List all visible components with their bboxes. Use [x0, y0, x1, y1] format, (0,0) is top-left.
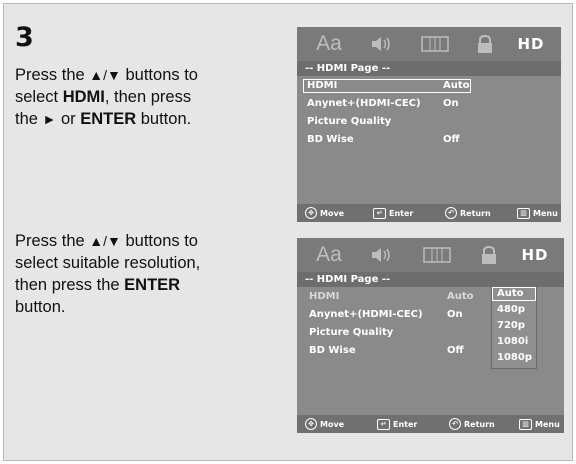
- instruction-2-line-1: Press the ▲/▼ buttons to: [15, 232, 198, 250]
- osd-hdmi-menu: Aa HD -- HDMI Page -- HDMI Auto Anynet+(…: [297, 27, 561, 222]
- footer-move: ✥ Move: [305, 204, 344, 222]
- instruction-1-line-1: Press the ▲/▼ buttons to: [15, 66, 198, 84]
- menu-icon: ▥: [517, 207, 530, 219]
- footer-return: ↶ Return: [445, 204, 491, 222]
- menu-value-anynet: On: [447, 309, 463, 320]
- hd-icon: HD: [517, 35, 545, 53]
- footer-enter: ↵ Enter: [377, 415, 417, 433]
- move-icon: ✥: [305, 418, 317, 430]
- instruction-2-line-3: then press the ENTER: [15, 276, 181, 294]
- resolution-option-1080i[interactable]: 1080i: [497, 336, 528, 347]
- return-icon: ↶: [449, 418, 461, 430]
- instruction-1-line-3: the ► or ENTER button.: [15, 110, 192, 128]
- menu-value-hdmi: Auto: [447, 291, 474, 302]
- osd-resolution-menu: Aa HD -- HDMI Page -- HDMI Auto Anynet+(…: [297, 238, 564, 433]
- enter-icon: ↵: [373, 207, 386, 219]
- resolution-option-1080p[interactable]: 1080p: [497, 352, 532, 363]
- lock-icon: [469, 27, 501, 61]
- instruction-text-2: Press the ▲/▼ buttons to select suitable…: [15, 230, 277, 318]
- resolution-option-auto[interactable]: Auto: [497, 288, 524, 299]
- display-icon: [419, 238, 455, 272]
- instruction-2-line-2: select suitable resolution,: [15, 254, 201, 272]
- speaker-icon: [367, 27, 403, 61]
- menu-item-picture-quality[interactable]: Picture Quality: [307, 116, 391, 127]
- move-icon: ✥: [305, 207, 317, 219]
- instruction-2-line-4: button.: [15, 298, 66, 316]
- enter-icon: ↵: [377, 418, 390, 430]
- menu-item-anynet[interactable]: Anynet+(HDMI-CEC): [309, 309, 423, 320]
- text-aa-icon: Aa: [316, 32, 342, 55]
- footer-move: ✥ Move: [305, 415, 344, 433]
- footer-enter: ↵ Enter: [373, 204, 413, 222]
- footer-menu: ▥ Menu: [519, 415, 560, 433]
- resolution-option-480p[interactable]: 480p: [497, 304, 525, 315]
- menu-item-picture-quality[interactable]: Picture Quality: [309, 327, 393, 338]
- menu-value-bd-wise: Off: [447, 345, 464, 356]
- text-aa-icon: Aa: [316, 243, 342, 266]
- display-icon: [417, 27, 453, 61]
- menu-item-bd-wise[interactable]: BD Wise: [309, 345, 356, 356]
- osd-footer: ✥ Move ↵ Enter ↶ Return ▥ Menu: [297, 415, 564, 433]
- menu-icon: ▥: [519, 418, 532, 430]
- menu-value-bd-wise: Off: [443, 134, 460, 145]
- resolution-option-720p[interactable]: 720p: [497, 320, 525, 331]
- osd-icon-bar: Aa HD: [297, 238, 564, 272]
- right-arrow-icon: ►: [42, 111, 57, 127]
- osd-page-title: -- HDMI Page --: [297, 61, 561, 76]
- menu-value-hdmi: Auto: [443, 80, 470, 91]
- footer-menu: ▥ Menu: [517, 204, 558, 222]
- up-down-arrows-icon: ▲/▼: [89, 67, 121, 83]
- osd-page-title: -- HDMI Page --: [297, 272, 564, 287]
- lock-icon: [473, 238, 505, 272]
- hd-icon: HD: [521, 246, 549, 264]
- up-down-arrows-icon: ▲/▼: [89, 233, 121, 249]
- instruction-text-1: Press the ▲/▼ buttons to select HDMI, th…: [15, 64, 277, 130]
- speaker-icon: [367, 238, 403, 272]
- instruction-1-line-2: select HDMI, then press: [15, 88, 192, 106]
- menu-item-hdmi[interactable]: HDMI: [307, 80, 337, 91]
- menu-item-bd-wise[interactable]: BD Wise: [307, 134, 354, 145]
- osd-footer: ✥ Move ↵ Enter ↶ Return ▥ Menu: [297, 204, 561, 222]
- menu-item-anynet[interactable]: Anynet+(HDMI-CEC): [307, 98, 421, 109]
- menu-item-hdmi[interactable]: HDMI: [309, 291, 339, 302]
- step-number: 3: [15, 22, 34, 53]
- footer-return: ↶ Return: [449, 415, 495, 433]
- return-icon: ↶: [445, 207, 457, 219]
- osd-icon-bar: Aa HD: [297, 27, 561, 61]
- menu-value-anynet: On: [443, 98, 459, 109]
